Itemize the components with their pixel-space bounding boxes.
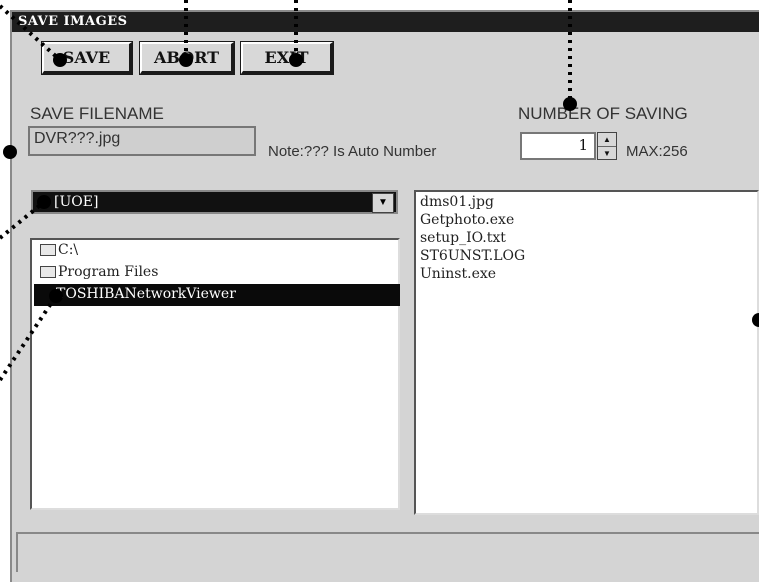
tree-item-root[interactable]: C:\: [40, 242, 78, 258]
list-item[interactable]: setup_IO.txt: [420, 230, 506, 246]
save-button[interactable]: SAVE: [42, 42, 132, 74]
dropdown-arrow-icon[interactable]: ▼: [372, 193, 394, 213]
number-stepper[interactable]: ▲ ▼: [597, 132, 617, 160]
folder-open-icon: [40, 266, 56, 278]
tree-item-selected[interactable]: TOSHIBANetworkViewer: [34, 284, 400, 306]
window-title: SAVE IMAGES: [18, 14, 128, 29]
directory-tree[interactable]: C:\ Program Files TOSHIBANetworkViewer: [30, 238, 400, 510]
filename-input[interactable]: DVR???.jpg: [28, 126, 256, 156]
max-label: MAX:256: [626, 143, 688, 160]
list-item[interactable]: Uninst.exe: [420, 266, 496, 282]
chevron-down-icon[interactable]: ▼: [598, 147, 616, 160]
drive-select[interactable]: c: [UOE] ▼: [31, 190, 398, 214]
abort-button[interactable]: ABORT: [140, 42, 234, 74]
number-of-saving-input[interactable]: 1: [520, 132, 596, 160]
list-item[interactable]: Getphoto.exe: [420, 212, 514, 228]
tree-item-program-files[interactable]: Program Files: [40, 264, 158, 280]
number-of-saving-label: NUMBER OF SAVING: [518, 104, 688, 123]
chevron-up-icon[interactable]: ▲: [598, 133, 616, 147]
list-item[interactable]: ST6UNST.LOG: [420, 248, 525, 264]
status-bar: [16, 532, 759, 572]
drive-select-value: c: [UOE]: [37, 194, 99, 210]
file-list[interactable]: dms01.jpg Getphoto.exe setup_IO.txt ST6U…: [414, 190, 759, 515]
auto-number-note: Note:??? Is Auto Number: [268, 143, 437, 160]
save-filename-label: SAVE FILENAME: [30, 104, 164, 123]
folder-open-icon: [40, 244, 56, 256]
title-bar: SAVE IMAGES: [12, 12, 759, 32]
list-item[interactable]: dms01.jpg: [420, 194, 494, 210]
exit-button[interactable]: EXIT: [241, 42, 333, 74]
